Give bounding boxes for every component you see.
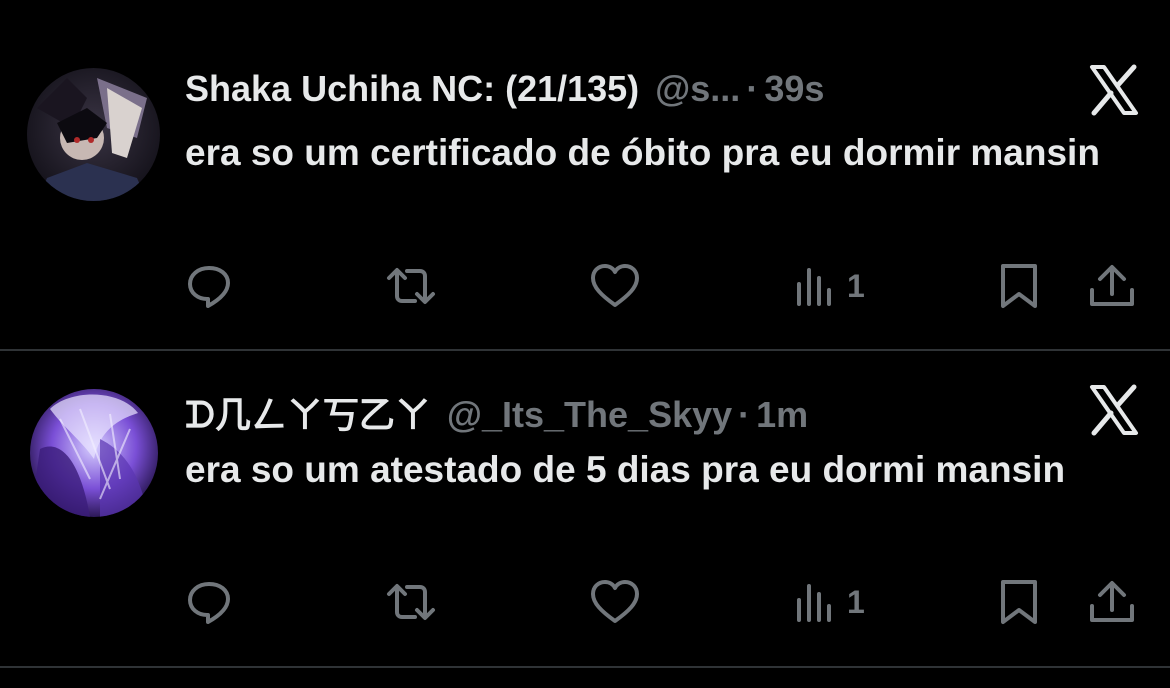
avatar[interactable] [30, 389, 158, 517]
share-button[interactable] [1087, 578, 1137, 626]
timestamp[interactable]: 1m [756, 394, 808, 436]
share-button[interactable] [1087, 262, 1137, 310]
display-name[interactable]: ᗪ几ㄥㄚ丂乙ㄚ [185, 386, 431, 438]
separator-dot: · [746, 68, 759, 109]
separator-dot: · [738, 394, 751, 435]
avatar-image [30, 389, 158, 517]
user-handle[interactable]: @s... [655, 68, 740, 110]
bookmark-button[interactable] [997, 262, 1041, 310]
timestamp[interactable]: 39s [764, 68, 824, 110]
like-button[interactable] [589, 262, 641, 310]
x-logo-icon [1088, 64, 1140, 116]
share-icon [1087, 262, 1137, 310]
tweet-header: ᗪ几ㄥㄚ丂乙ㄚ @_Its_The_Skyy · 1m [185, 386, 808, 435]
heart-icon [589, 578, 641, 626]
bookmark-icon [997, 262, 1041, 310]
reply-icon [185, 262, 233, 310]
reply-button[interactable] [185, 578, 233, 626]
action-bar: 1 [185, 578, 1140, 626]
tweet-1[interactable]: Shaka Uchiha NC: (21/135) @s... · 39s er… [0, 0, 1170, 349]
retweet-button[interactable] [383, 262, 439, 310]
reply-button[interactable] [185, 262, 233, 310]
user-handle[interactable]: @_Its_The_Skyy [447, 394, 732, 436]
bookmark-button[interactable] [997, 578, 1041, 626]
action-bar: 1 [185, 262, 1140, 310]
tweet-text: era so um certificado de óbito pra eu do… [185, 132, 1100, 173]
avatar[interactable] [27, 68, 160, 201]
avatar-image [27, 68, 160, 201]
views-icon [795, 262, 835, 310]
divider [0, 666, 1170, 668]
views-button[interactable]: 1 [795, 262, 865, 310]
retweet-icon [383, 262, 439, 310]
retweet-icon [383, 578, 439, 626]
display-name[interactable]: Shaka Uchiha NC: (21/135) [185, 68, 639, 110]
tweet-text: era so um atestado de 5 dias pra eu dorm… [185, 449, 1066, 490]
reply-icon [185, 578, 233, 626]
like-button[interactable] [589, 578, 641, 626]
bookmark-icon [997, 578, 1041, 626]
views-button[interactable]: 1 [795, 578, 865, 626]
views-count: 1 [847, 583, 865, 620]
share-icon [1087, 578, 1137, 626]
views-count: 1 [847, 267, 865, 304]
views-icon [795, 578, 835, 626]
retweet-button[interactable] [383, 578, 439, 626]
tweet-2[interactable]: ᗪ几ㄥㄚ丂乙ㄚ @_Its_The_Skyy · 1m era so um at… [0, 351, 1170, 666]
tweet-header: Shaka Uchiha NC: (21/135) @s... · 39s [185, 68, 824, 112]
heart-icon [589, 262, 641, 310]
x-logo-icon [1088, 384, 1140, 436]
